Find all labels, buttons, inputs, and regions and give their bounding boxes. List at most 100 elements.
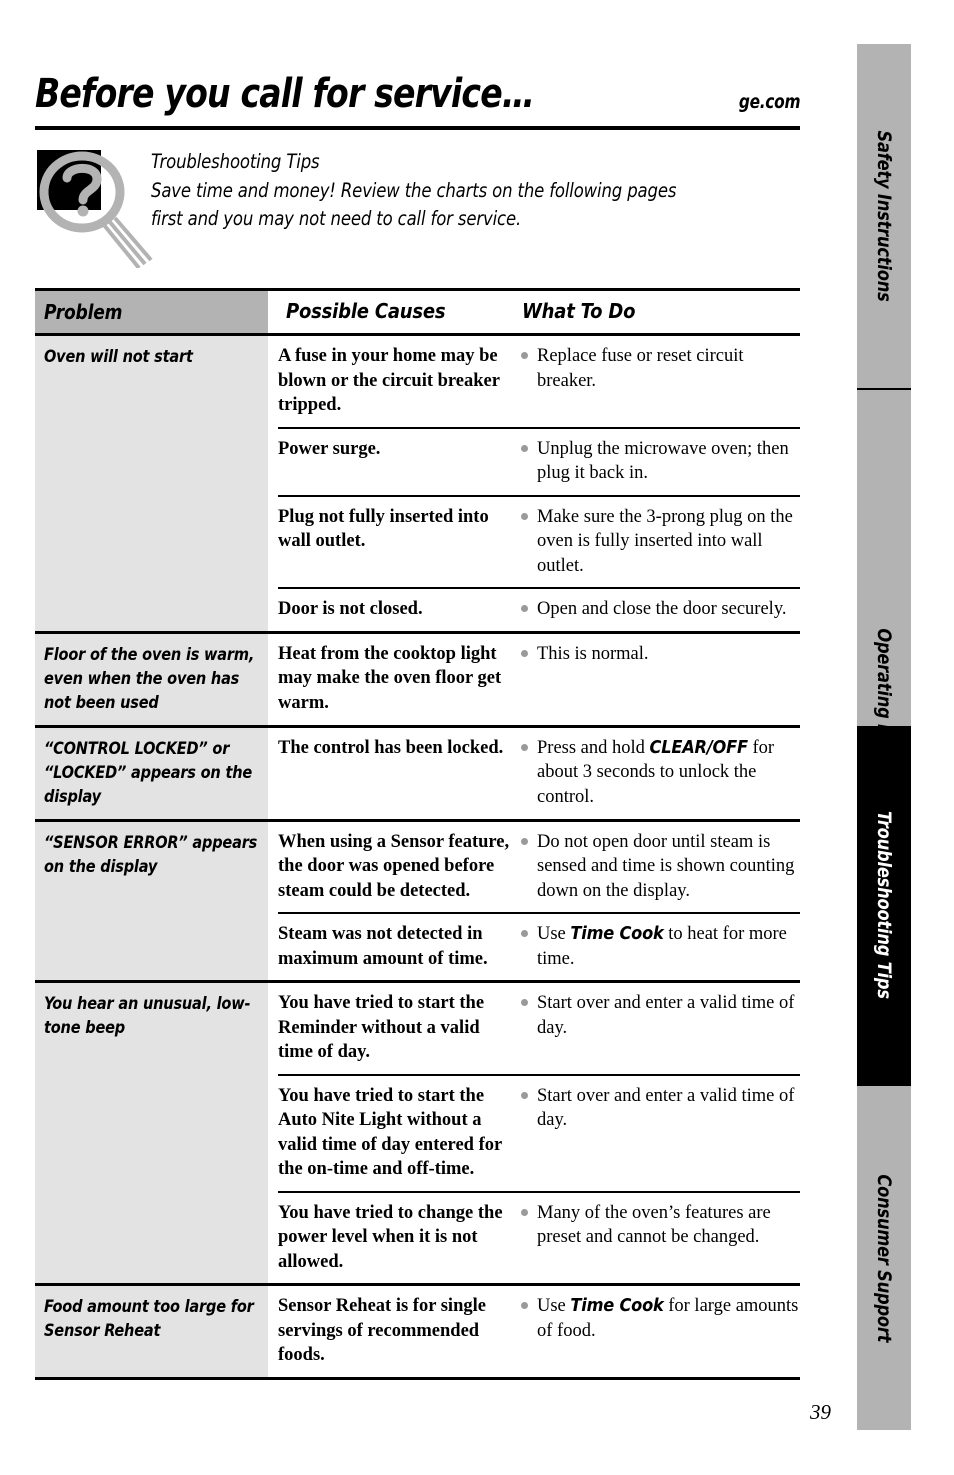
problem-label: Floor of the oven is warm, even when the… bbox=[44, 644, 255, 713]
bullet-icon bbox=[521, 1208, 528, 1216]
intro-line-3: first and you may not need to call for s… bbox=[151, 207, 522, 230]
group-rows: When using a Sensor feature, the door wa… bbox=[278, 822, 800, 981]
bullet-icon bbox=[521, 649, 528, 657]
table-row: Door is not closed. Open and close the do… bbox=[278, 587, 800, 631]
ge-website-label: ge.com bbox=[738, 91, 801, 113]
group-rows: The control has been locked. Press and ho… bbox=[278, 728, 800, 819]
possible-cause-cell: You have tried to start the Reminder wit… bbox=[278, 993, 485, 1062]
what-to-do-cell: Use Time Cook to heat for more time. bbox=[520, 922, 800, 971]
possible-cause-cell: You have tried to start the Auto Nite Li… bbox=[278, 1085, 502, 1180]
what-to-do-text: Make sure the 3-prong plug on the oven i… bbox=[537, 506, 793, 576]
control-name-emphasis: Time Cook bbox=[570, 1295, 664, 1316]
what-to-do-cell: Start over and enter a valid time of day… bbox=[520, 991, 800, 1065]
problem-cell: Floor of the oven is warm, even when the… bbox=[35, 633, 268, 725]
problem-cell: Oven will not start bbox=[35, 336, 268, 631]
question-magnifier-icon bbox=[37, 150, 153, 268]
table-row: Heat from the cooktop light may make the… bbox=[278, 634, 800, 725]
what-to-do-text: Start over and enter a valid time of day… bbox=[537, 993, 795, 1038]
table-group: Oven will not start A fuse in your home m… bbox=[35, 336, 800, 631]
what-to-do-text: Use bbox=[537, 924, 571, 944]
table-row: You have tried to start the Auto Nite Li… bbox=[278, 1073, 800, 1191]
sidebar-tab-divider bbox=[857, 388, 911, 390]
possible-cause-cell: The control has been locked. bbox=[278, 737, 504, 758]
table-row: When using a Sensor feature, the door wa… bbox=[278, 822, 800, 913]
possible-cause-cell: Steam was not detected in maximum amount… bbox=[278, 924, 488, 969]
column-header-what-to-do-label: What To Do bbox=[522, 298, 636, 323]
problem-label: Oven will not start bbox=[44, 347, 193, 367]
page-title: Before you call for service… bbox=[35, 71, 535, 117]
troubleshooting-table: Problem Possible Causes What To Do Oven … bbox=[35, 288, 800, 1380]
sidebar-tab-consumer-support[interactable]: Consumer Support bbox=[857, 1086, 911, 1430]
manual-page: Before you call for service… ge.com Trou… bbox=[0, 0, 954, 1475]
bullet-icon bbox=[521, 605, 528, 612]
table-row: Power surge. Unplug the microwave oven; t… bbox=[278, 426, 800, 495]
possible-cause-cell: Plug not fully inserted into wall outlet… bbox=[278, 506, 489, 552]
table-row: A fuse in your home may be blown or the … bbox=[278, 336, 800, 427]
group-rows: You have tried to start the Reminder wit… bbox=[278, 983, 800, 1283]
table-group: “CONTROL LOCKED” or “LOCKED” appears on … bbox=[35, 724, 800, 819]
problem-label: You hear an unusual, low-tone beep bbox=[44, 994, 251, 1038]
bullet-icon bbox=[521, 743, 528, 751]
bullet-icon bbox=[521, 930, 528, 937]
control-name-emphasis: CLEAR/OFF bbox=[649, 736, 748, 758]
column-header-possible-causes: Possible Causes bbox=[268, 299, 510, 326]
bullet-icon bbox=[521, 444, 528, 452]
table-bottom-rule bbox=[35, 1376, 800, 1380]
bullet-icon bbox=[521, 1302, 528, 1309]
what-to-do-cell: Many of the oven’s features are preset a… bbox=[520, 1201, 800, 1275]
what-to-do-text: Many of the oven’s features are preset a… bbox=[537, 1202, 771, 1248]
what-to-do-cell: Use Time Cook for large amounts of food. bbox=[520, 1294, 800, 1368]
what-to-do-text: This is normal. bbox=[537, 643, 649, 664]
possible-cause-cell: Door is not closed. bbox=[278, 599, 423, 619]
table-group: Floor of the oven is warm, even when the… bbox=[35, 630, 800, 725]
intro-text: Troubleshooting Tips Save time and money… bbox=[151, 148, 809, 234]
sidebar-tab-divider bbox=[857, 1084, 911, 1086]
header-divider bbox=[35, 126, 800, 130]
column-header-problem-label: Problem bbox=[44, 300, 123, 324]
problem-label: “CONTROL LOCKED” or “LOCKED” appears on … bbox=[44, 738, 253, 807]
table-row: Steam was not detected in maximum amount… bbox=[278, 912, 800, 980]
table-row: Plug not fully inserted into wall outlet… bbox=[278, 494, 800, 588]
group-rows: Sensor Reheat is for single servings of … bbox=[278, 1286, 800, 1377]
what-to-do-cell: Open and close the door securely. bbox=[520, 597, 800, 622]
bullet-icon bbox=[521, 1091, 528, 1099]
intro-heading: Troubleshooting Tips bbox=[151, 150, 320, 173]
what-to-do-cell: Make sure the 3-prong plug on the oven i… bbox=[520, 505, 800, 579]
sidebar-tab-safety-instructions[interactable]: Safety Instructions bbox=[857, 44, 911, 388]
page-header: Before you call for service… ge.com bbox=[35, 72, 800, 116]
column-header-problem: Problem bbox=[35, 291, 268, 333]
table-row: Sensor Reheat is for single servings of … bbox=[278, 1286, 800, 1377]
sidebar-tab-troubleshooting-tips[interactable]: Troubleshooting Tips bbox=[857, 726, 911, 1084]
group-rows: Heat from the cooktop light may make the… bbox=[278, 634, 800, 725]
what-to-do-text: Use bbox=[537, 1296, 571, 1316]
what-to-do-text: Open and close the door securely. bbox=[537, 599, 787, 619]
table-group: Food amount too large for Sensor Reheat S… bbox=[35, 1283, 800, 1377]
control-name-emphasis: Time Cook bbox=[570, 923, 664, 944]
bullet-icon bbox=[521, 512, 528, 520]
bullet-icon bbox=[521, 837, 528, 845]
sidebar-tab-label: Safety Instructions bbox=[873, 130, 895, 302]
table-row: You have tried to start the Reminder wit… bbox=[278, 983, 800, 1074]
column-header-possible-causes-label: Possible Causes bbox=[286, 298, 446, 323]
what-to-do-cell: Do not open door until steam is sensed a… bbox=[520, 830, 800, 904]
problem-cell: You hear an unusual, low-tone beep bbox=[35, 983, 268, 1283]
what-to-do-cell: Press and hold CLEAR/OFF for about 3 sec… bbox=[520, 736, 800, 810]
problem-cell: “CONTROL LOCKED” or “LOCKED” appears on … bbox=[35, 727, 268, 819]
troubleshooting-intro: Troubleshooting Tips Save time and money… bbox=[35, 148, 800, 268]
what-to-do-text: Do not open door until steam is sensed a… bbox=[537, 831, 795, 901]
table-header-row: Problem Possible Causes What To Do bbox=[35, 291, 800, 333]
possible-cause-cell: A fuse in your home may be blown or the … bbox=[278, 346, 500, 415]
bullet-icon bbox=[521, 999, 528, 1006]
page-number: 39 bbox=[810, 1400, 831, 1424]
possible-cause-cell: When using a Sensor feature, the door wa… bbox=[278, 831, 510, 901]
what-to-do-text: Unplug the microwave oven; then plug it … bbox=[537, 438, 789, 484]
sidebar-tab-label: Consumer Support bbox=[873, 1174, 895, 1342]
what-to-do-cell: Unplug the microwave oven; then plug it … bbox=[520, 437, 800, 486]
problem-label: Food amount too large for Sensor Reheat bbox=[44, 1297, 254, 1341]
what-to-do-cell: Start over and enter a valid time of day… bbox=[520, 1084, 800, 1182]
table-group: “SENSOR ERROR” appears on the display Whe… bbox=[35, 818, 800, 981]
column-header-what-to-do: What To Do bbox=[510, 299, 800, 326]
intro-line-2: Save time and money! Review the charts o… bbox=[151, 178, 677, 202]
possible-cause-cell: You have tried to change the power level… bbox=[278, 1202, 503, 1272]
what-to-do-cell: Replace fuse or reset circuit breaker. bbox=[520, 344, 800, 418]
